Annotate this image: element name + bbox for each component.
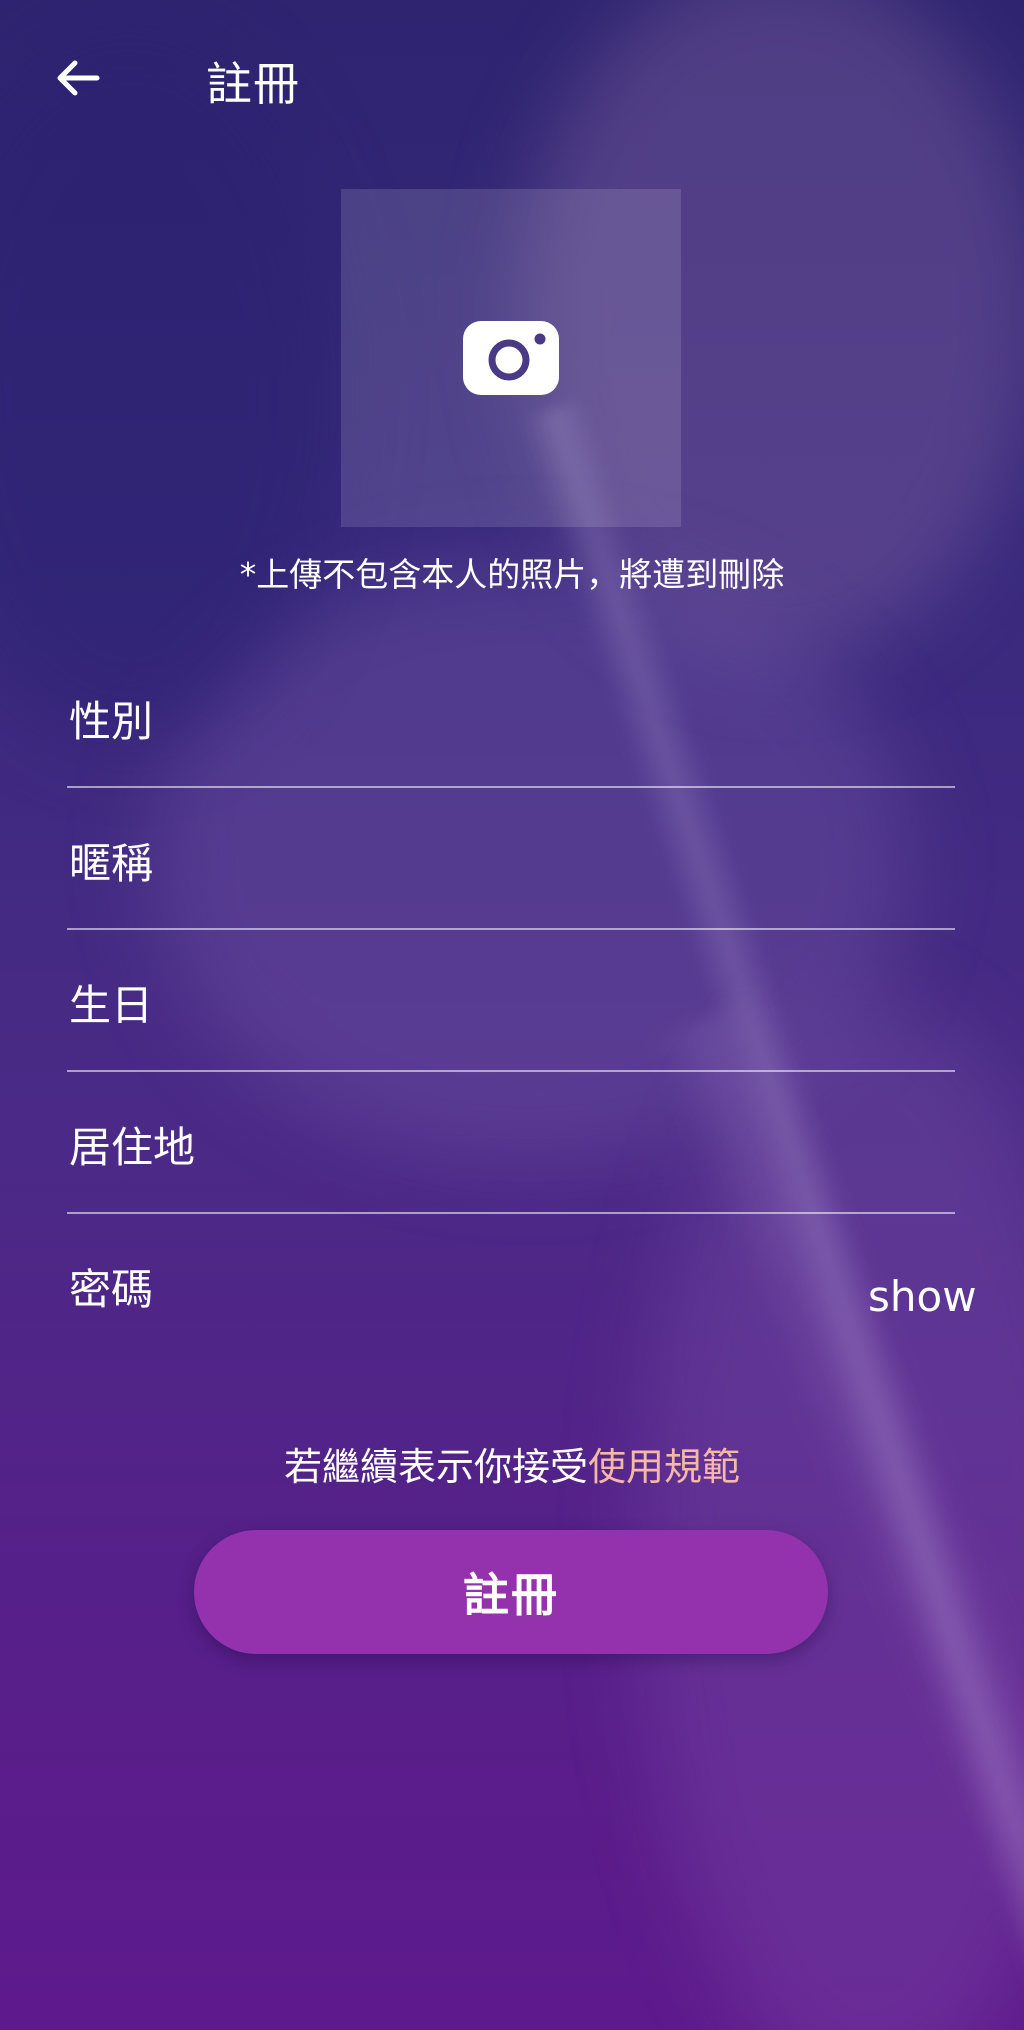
terms-prefix: 若繼續表示你接受	[283, 1445, 588, 1489]
app-header: 註冊	[0, 0, 1024, 160]
arrow-left-icon	[57, 60, 100, 96]
photo-notice: *上傳不包含本人的照片，將遭到刪除	[239, 555, 785, 594]
nickname-field[interactable]: 暱稱	[67, 788, 955, 930]
photo-upload-area[interactable]	[341, 189, 681, 527]
birthday-label: 生日	[69, 981, 154, 1030]
location-field[interactable]: 居住地	[67, 1072, 955, 1214]
gender-field[interactable]: 性別	[67, 646, 955, 788]
back-button[interactable]	[50, 50, 106, 106]
birthday-field[interactable]: 生日	[67, 930, 955, 1072]
location-label: 居住地	[69, 1123, 196, 1172]
gender-label: 性別	[69, 697, 154, 746]
page-title: 註冊	[206, 57, 300, 111]
register-button[interactable]: 註冊	[194, 1530, 828, 1654]
camera-icon	[463, 321, 559, 395]
nickname-label: 暱稱	[69, 839, 154, 888]
show-password-toggle[interactable]: show	[868, 1272, 977, 1321]
password-field[interactable]: 密碼	[67, 1214, 955, 1334]
terms-notice: 若繼續表示你接受使用規範	[0, 1436, 1024, 1491]
password-label: 密碼	[69, 1265, 154, 1314]
terms-link[interactable]: 使用規範	[588, 1445, 740, 1489]
